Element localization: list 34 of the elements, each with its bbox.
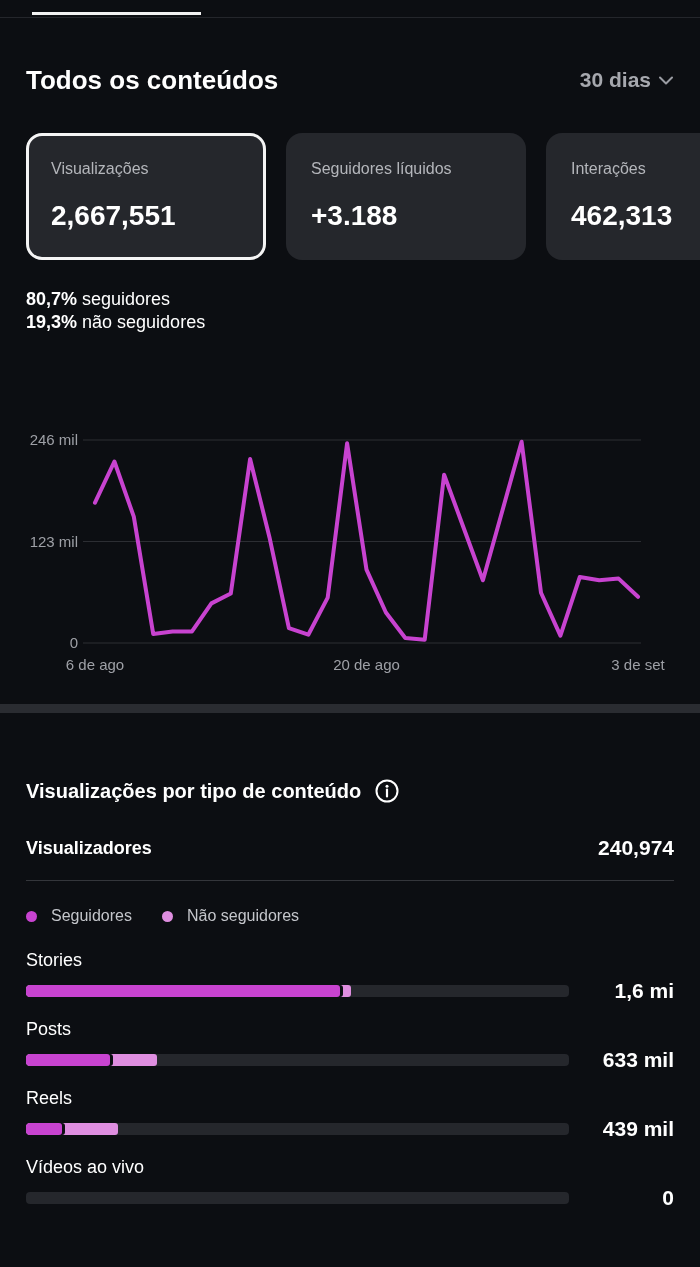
legend-label: Não seguidores <box>186 907 300 925</box>
y-axis-label: 123 mil <box>29 532 78 550</box>
section-title: Visualizações por tipo de conteúdo <box>26 779 362 803</box>
metric-card[interactable]: Seguidores líquidos +3.188 <box>286 133 526 260</box>
info-icon[interactable] <box>375 779 400 803</box>
x-axis-label: 6 de ago <box>65 656 125 673</box>
x-axis-label: 3 de set <box>611 656 665 673</box>
content-type-value: 1,6 mi <box>614 979 674 1003</box>
metric-label: Seguidores líquidos <box>311 160 453 178</box>
viewers-value: 240,974 <box>598 836 674 860</box>
content-type-value: 0 <box>662 1186 674 1210</box>
content-type-label: Stories <box>26 950 84 971</box>
metric-card[interactable]: Visualizações 2,667,551 <box>26 133 266 260</box>
content-type-value: 439 mil <box>602 1117 674 1141</box>
x-axis-label: 20 de ago <box>333 656 400 673</box>
content-type-value: 633 mil <box>602 1048 674 1072</box>
metric-value: 2,667,551 <box>51 200 177 232</box>
metric-value: 462,313 <box>571 200 674 232</box>
chevron-down-icon <box>659 75 673 85</box>
viewers-label: Visualizadores <box>26 837 152 859</box>
content-type-label: Posts <box>26 1019 73 1040</box>
legend-label: Seguidores <box>51 907 132 925</box>
metric-label: Visualizações <box>51 160 150 178</box>
y-axis-label: 0 <box>69 634 78 651</box>
section-title: Todos os conteúdos <box>26 64 279 96</box>
content-type-label: Reels <box>26 1088 74 1109</box>
audience-share-text: 19,3% não seguidores <box>26 311 207 334</box>
audience-share-text: 80,7% seguidores <box>26 288 172 311</box>
metric-value: +3.188 <box>311 200 399 232</box>
y-axis-label: 246 mil <box>29 431 78 448</box>
metric-label: Interações <box>571 160 647 178</box>
period-dropdown[interactable]: 30 dias <box>579 68 673 92</box>
content-type-label: Vídeos ao vivo <box>26 1157 146 1178</box>
metric-card[interactable]: Interações 462,313 <box>546 133 700 260</box>
